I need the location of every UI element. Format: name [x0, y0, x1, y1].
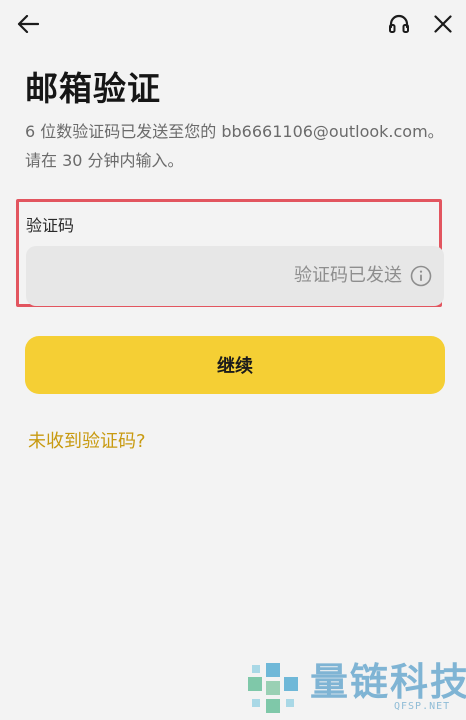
not-received-code-link[interactable]: 未收到验证码? — [28, 428, 146, 456]
top-bar — [0, 0, 466, 48]
code-field-label: 验证码 — [26, 216, 75, 235]
description-line-2: 请在 30 分钟内输入。 — [25, 151, 184, 170]
code-sent-text: 验证码已发送 — [294, 265, 402, 286]
code-sent-status: 验证码已发送 — [294, 246, 432, 306]
watermark-logo — [248, 663, 298, 713]
page-description: 6 位数验证码已发送至您的 bb6661106@outlook.com。 请在 … — [25, 117, 455, 175]
info-icon[interactable] — [410, 265, 432, 287]
back-button[interactable] — [12, 8, 44, 40]
verification-code-field[interactable]: 验证码已发送 — [26, 246, 444, 308]
continue-button[interactable]: 继续 — [25, 336, 445, 394]
close-icon — [434, 15, 452, 33]
watermark-text: 量链科技 — [310, 660, 466, 704]
watermark: 量链科技 QFSP.NET — [244, 656, 466, 720]
verification-code-input[interactable] — [40, 246, 284, 308]
arrow-left-icon — [17, 15, 39, 33]
headset-icon — [389, 14, 409, 33]
close-button[interactable] — [427, 8, 459, 40]
description-line-1: 6 位数验证码已发送至您的 bb6661106@outlook.com。 — [25, 122, 444, 141]
page-title: 邮箱验证 — [25, 69, 161, 108]
watermark-subtext: QFSP.NET — [394, 701, 451, 712]
support-button[interactable] — [383, 8, 415, 40]
